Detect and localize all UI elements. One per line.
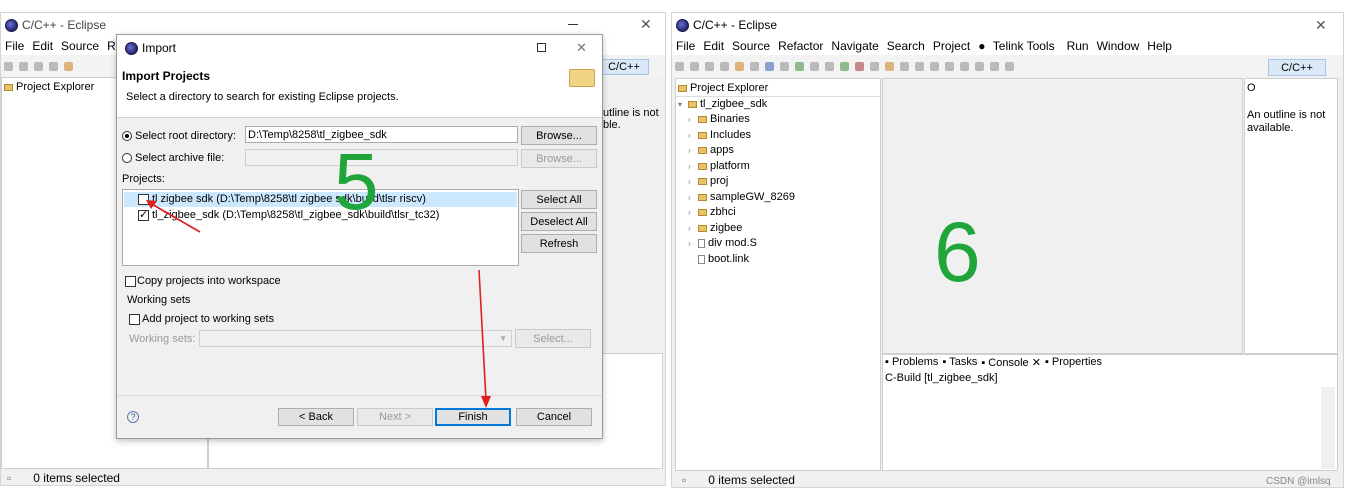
- chevron-right-icon[interactable]: ›: [688, 131, 698, 140]
- chevron-right-icon[interactable]: ›: [688, 162, 698, 171]
- debug-icon[interactable]: [765, 61, 774, 71]
- right-outline-panel: O An outline is not available.: [1244, 78, 1338, 354]
- red-arrowhead-finish: [481, 396, 491, 408]
- tool-icon[interactable]: [780, 61, 789, 71]
- right-toolbar: [672, 55, 1343, 77]
- folder-icon: [698, 162, 707, 170]
- chevron-right-icon[interactable]: ›: [688, 224, 698, 233]
- right-project-explorer: Project Explorer ▾ tl_zigbee_sdk › Binarie…: [675, 78, 881, 471]
- outline-tab[interactable]: O: [1247, 80, 1256, 96]
- right-eclipse-window: C/C++ - Eclipse ✕ File Edit Source Refac…: [671, 12, 1344, 488]
- right-eclipse-icon: [676, 18, 689, 32]
- file-icon: [698, 254, 705, 264]
- stop-icon[interactable]: [855, 61, 864, 71]
- tool-icon[interactable]: [870, 61, 879, 71]
- menu-refactor[interactable]: Refactor: [778, 39, 823, 53]
- right-window-title: C/C++ - Eclipse: [693, 18, 778, 32]
- red-arrow-to-finish: [478, 269, 487, 401]
- right-project-explorer-tab[interactable]: Project Explorer: [678, 80, 769, 96]
- tab-problems[interactable]: ▪ Problems: [885, 356, 938, 369]
- menu-search[interactable]: Search: [887, 39, 925, 53]
- folder-icon: [698, 146, 707, 154]
- tree-item-samplegw[interactable]: › sampleGW_8269: [688, 191, 795, 203]
- tree-item-includes[interactable]: › Includes: [688, 129, 751, 141]
- chevron-right-icon[interactable]: ›: [688, 115, 698, 124]
- right-close-icon[interactable]: ✕: [1315, 17, 1327, 34]
- search-tool-icon[interactable]: [885, 61, 894, 71]
- menu-help[interactable]: Help: [1147, 39, 1172, 53]
- save-icon[interactable]: [690, 61, 699, 71]
- right-perspective-button[interactable]: C/C++: [1268, 59, 1326, 76]
- copy-icon[interactable]: [720, 61, 729, 71]
- red-arrow-to-checkbox: [149, 202, 201, 233]
- tree-item-platform[interactable]: › platform: [688, 160, 750, 172]
- tab-tasks[interactable]: ▪ Tasks: [942, 356, 977, 369]
- menu-file[interactable]: File: [676, 39, 695, 53]
- tree-item-divmod[interactable]: › div mod.S: [688, 237, 757, 249]
- tool-icon[interactable]: [975, 61, 984, 71]
- tab-console[interactable]: ▪ Console ✕: [981, 356, 1041, 369]
- right-outline-text: An outline is not available.: [1247, 109, 1326, 134]
- menu-source[interactable]: Source: [732, 39, 770, 53]
- tool-icon[interactable]: [990, 61, 999, 71]
- folder-icon: [698, 193, 707, 201]
- folder-icon: [698, 131, 707, 139]
- right-statusbar: ▫ 0 items selected: [672, 471, 1332, 489]
- menu-edit[interactable]: Edit: [703, 39, 724, 53]
- console-scrollbar[interactable]: [1321, 387, 1335, 469]
- tool-icon[interactable]: [945, 61, 954, 71]
- tree-item-proj[interactable]: › proj: [688, 175, 728, 187]
- tool-icon[interactable]: [900, 61, 909, 71]
- chevron-right-icon[interactable]: ›: [688, 239, 698, 248]
- bottom-tabs: ▪ Problems ▪ Tasks ▪ Console ✕ ▪ Propert…: [885, 356, 1102, 369]
- tool-icon[interactable]: [1005, 61, 1014, 71]
- project-explorer-icon: [678, 84, 687, 92]
- file-icon: [698, 238, 705, 248]
- print-icon[interactable]: [705, 61, 714, 71]
- chevron-right-icon[interactable]: ›: [688, 208, 698, 217]
- tree-item-zbhci[interactable]: › zbhci: [688, 206, 736, 218]
- menu-project[interactable]: Project: [933, 39, 970, 53]
- status-icon: ▫: [682, 473, 687, 487]
- tree-item-bootlink[interactable]: boot.link: [688, 253, 749, 265]
- project-icon: [688, 100, 697, 108]
- menu-telink-tools[interactable]: ● Telink Tools: [978, 39, 1058, 53]
- menu-navigate[interactable]: Navigate: [831, 39, 878, 53]
- menu-run[interactable]: Run: [1067, 39, 1089, 53]
- tool-icon[interactable]: [960, 61, 969, 71]
- folder-icon: [698, 208, 707, 216]
- red-arrowhead-checkbox: [146, 200, 157, 209]
- tree-item-apps[interactable]: › apps: [688, 144, 734, 156]
- menu-window[interactable]: Window: [1097, 39, 1140, 53]
- chevron-down-icon[interactable]: ▾: [678, 100, 688, 109]
- csdn-watermark: CSDN @imlsq: [1266, 476, 1331, 487]
- right-menubar: File Edit Source Refactor Navigate Searc…: [672, 37, 1343, 55]
- right-bottom-panel: ▪ Problems ▪ Tasks ▪ Console ✕ ▪ Propert…: [882, 354, 1338, 471]
- tool-icon[interactable]: [810, 61, 819, 71]
- tree-item-zigbee[interactable]: › zigbee: [688, 222, 742, 234]
- new-icon[interactable]: [675, 61, 684, 71]
- tool-icon[interactable]: [825, 61, 834, 71]
- tree-item-project[interactable]: ▾ tl_zigbee_sdk: [678, 98, 767, 110]
- chevron-right-icon[interactable]: ›: [688, 193, 698, 202]
- run-icon[interactable]: [795, 61, 804, 71]
- chevron-right-icon[interactable]: ›: [688, 146, 698, 155]
- tool-icon[interactable]: [915, 61, 924, 71]
- tree-item-binaries[interactable]: › Binaries: [688, 113, 750, 125]
- folder-icon: [698, 177, 707, 185]
- right-titlebar: C/C++ - Eclipse ✕: [672, 13, 1343, 37]
- run-green-icon[interactable]: [840, 61, 849, 71]
- annotation-step-6: 6: [934, 205, 981, 299]
- folder-icon: [698, 224, 707, 232]
- chevron-right-icon[interactable]: ›: [688, 177, 698, 186]
- console-text: C-Build [tl_zigbee_sdk]: [885, 372, 998, 384]
- build-dropdown-icon[interactable]: [750, 61, 759, 71]
- build-icon[interactable]: [735, 61, 744, 71]
- folder-icon: [698, 115, 707, 123]
- tab-properties[interactable]: ▪ Properties: [1045, 356, 1102, 369]
- tree-divider: [676, 96, 880, 97]
- tool-icon[interactable]: [930, 61, 939, 71]
- right-status-text: 0 items selected: [708, 473, 795, 487]
